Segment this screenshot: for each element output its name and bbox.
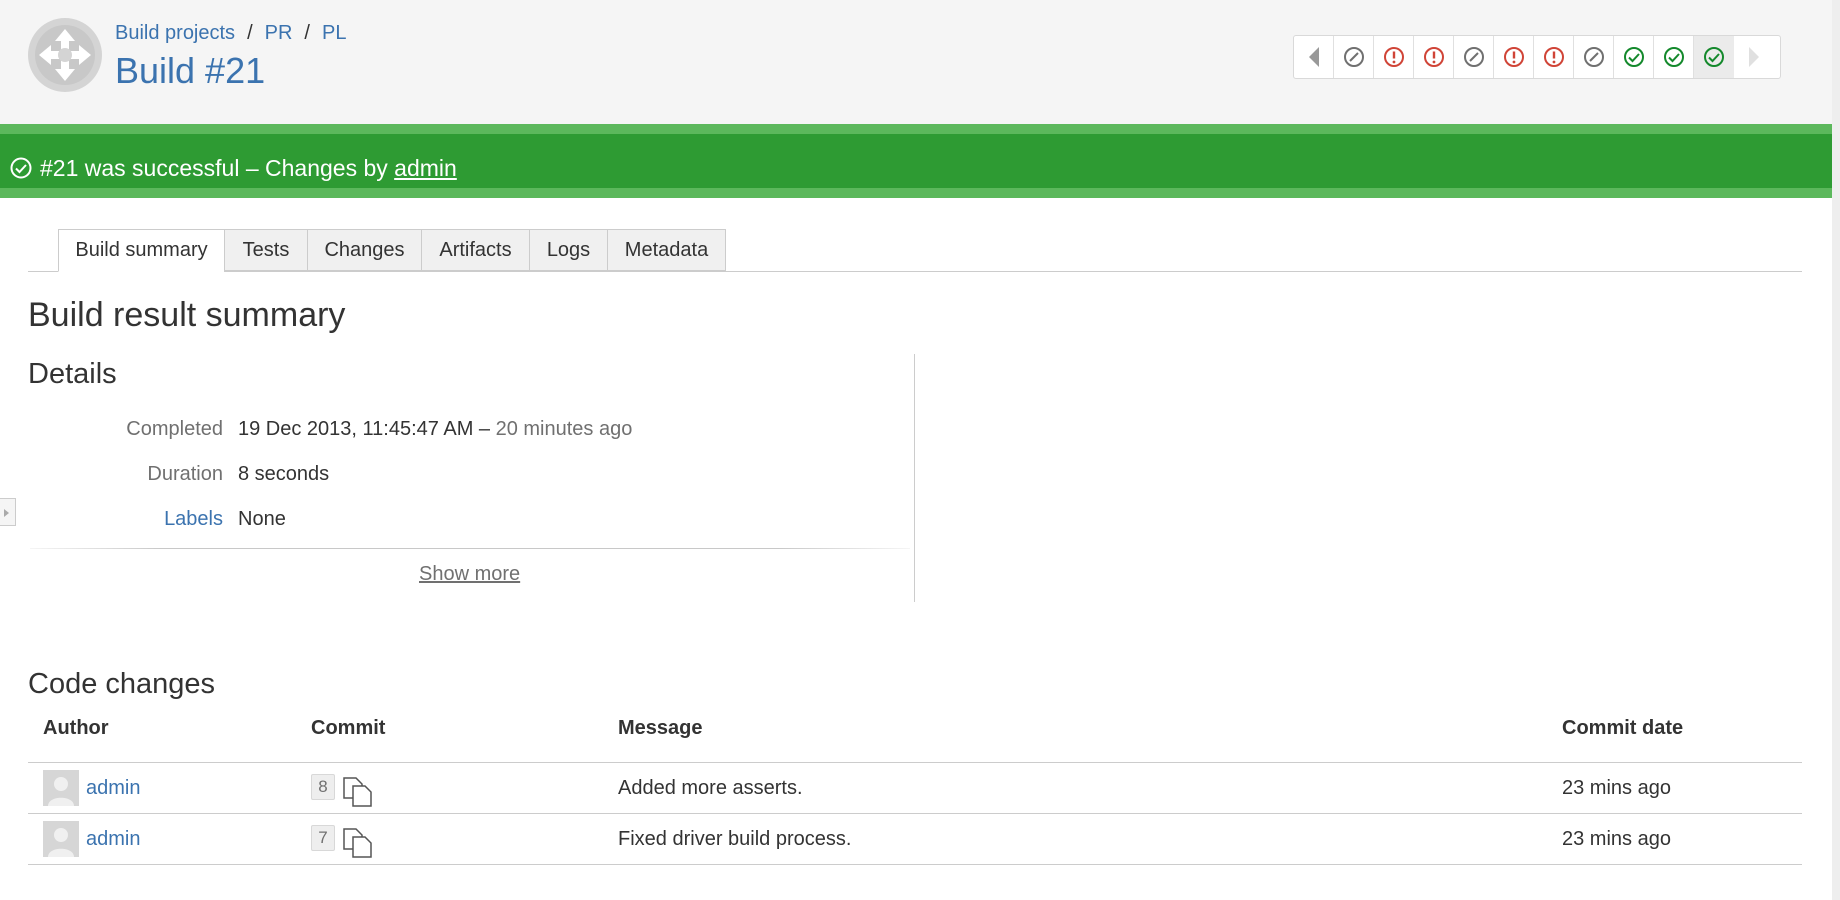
details-separator bbox=[30, 548, 910, 549]
breadcrumb-project[interactable]: PR bbox=[265, 22, 293, 44]
build-history-item[interactable] bbox=[1574, 36, 1614, 78]
author-link[interactable]: admin bbox=[86, 777, 140, 800]
user-avatar-icon bbox=[48, 777, 74, 806]
table-header-divider bbox=[28, 762, 1802, 763]
breadcrumb-separator: / bbox=[304, 22, 310, 44]
status-author-link[interactable]: admin bbox=[394, 155, 457, 181]
tab-logs[interactable]: Logs bbox=[529, 229, 607, 271]
success-check-icon bbox=[1663, 47, 1684, 67]
commit-date: 23 mins ago bbox=[1562, 777, 1671, 799]
commit-date: 23 mins ago bbox=[1562, 828, 1671, 850]
build-history-item[interactable] bbox=[1374, 36, 1414, 78]
build-status-list bbox=[1334, 36, 1734, 78]
commit-revision-badge[interactable]: 7 bbox=[311, 825, 335, 851]
commit-message: Added more asserts. bbox=[618, 777, 803, 799]
not-built-icon bbox=[1463, 47, 1484, 67]
not-built-icon bbox=[1343, 47, 1364, 67]
completed-relative-time: 20 minutes ago bbox=[495, 418, 633, 440]
code-changes-heading: Code changes bbox=[28, 668, 216, 700]
build-history-carousel bbox=[1293, 35, 1781, 79]
details-divider bbox=[914, 354, 915, 602]
window-scrollbar[interactable] bbox=[1832, 0, 1840, 900]
tab-artifacts[interactable]: Artifacts bbox=[421, 229, 529, 271]
duration-label: Duration bbox=[147, 463, 223, 485]
sidebar-toggle-button[interactable] bbox=[0, 498, 16, 526]
tab-changes[interactable]: Changes bbox=[307, 229, 421, 271]
duration-value: 8 seconds bbox=[238, 463, 330, 485]
row-divider bbox=[28, 813, 1802, 814]
tab-tests[interactable]: Tests bbox=[224, 229, 307, 271]
failed-exclamation-icon bbox=[1423, 47, 1444, 67]
previous-build-button[interactable] bbox=[1294, 36, 1334, 78]
column-header-message: Message bbox=[618, 717, 703, 739]
labels-value: None bbox=[238, 508, 286, 530]
breadcrumb: Build projects / PR / PL bbox=[115, 22, 346, 45]
completed-date: 19 Dec 2013, 11:45:47 AM – bbox=[238, 418, 491, 440]
breadcrumb-build-projects[interactable]: Build projects bbox=[115, 22, 235, 44]
page-title: Build #21 bbox=[115, 50, 266, 91]
build-history-item[interactable] bbox=[1694, 36, 1734, 78]
build-history-item[interactable] bbox=[1494, 36, 1534, 78]
commit-revision-badge[interactable]: 8 bbox=[311, 774, 335, 800]
page-header: Build projects / PR / PL Build #21 bbox=[0, 0, 1840, 124]
labels-link[interactable]: Labels bbox=[164, 508, 223, 531]
completed-label: Completed bbox=[126, 418, 223, 440]
build-status-message: #21 was successful – Changes by bbox=[40, 155, 388, 181]
copy-commit-icon[interactable] bbox=[342, 776, 374, 808]
tab-metadata[interactable]: Metadata bbox=[607, 229, 726, 271]
tab-bar: Build summary Tests Changes Artifacts Lo… bbox=[28, 229, 1802, 272]
not-built-icon bbox=[1583, 47, 1604, 67]
column-header-author: Author bbox=[43, 717, 109, 739]
column-header-commit-date: Commit date bbox=[1562, 717, 1684, 739]
bamboo-logo-icon bbox=[28, 18, 102, 92]
success-check-icon bbox=[1623, 47, 1644, 67]
commit-message: Fixed driver build process. bbox=[618, 828, 852, 850]
build-history-item[interactable] bbox=[1414, 36, 1454, 78]
details-heading: Details bbox=[28, 358, 117, 390]
build-status-text: #21 was successful – Changes by admin bbox=[40, 155, 457, 182]
success-check-icon bbox=[1704, 47, 1724, 67]
failed-exclamation-icon bbox=[1543, 47, 1564, 67]
author-link[interactable]: admin bbox=[86, 828, 140, 851]
column-header-commit: Commit bbox=[311, 717, 386, 739]
arrow-right-icon bbox=[1749, 47, 1759, 67]
failed-exclamation-icon bbox=[1503, 47, 1524, 67]
avatar[interactable] bbox=[43, 770, 79, 806]
copy-commit-icon[interactable] bbox=[342, 827, 374, 859]
show-more-link[interactable]: Show more bbox=[419, 563, 520, 586]
build-history-item[interactable] bbox=[1454, 36, 1494, 78]
build-history-item[interactable] bbox=[1614, 36, 1654, 78]
row-divider bbox=[28, 864, 1802, 865]
breadcrumb-separator: / bbox=[247, 22, 253, 44]
tab-build-summary[interactable]: Build summary bbox=[58, 229, 224, 272]
completed-value: 19 Dec 2013, 11:45:47 AM – 20 minutes ag… bbox=[238, 418, 632, 441]
build-history-item[interactable] bbox=[1654, 36, 1694, 78]
build-history-item[interactable] bbox=[1534, 36, 1574, 78]
failed-exclamation-icon bbox=[1383, 47, 1404, 67]
build-result-summary-heading: Build result summary bbox=[28, 296, 346, 334]
chevron-right-icon bbox=[4, 509, 9, 517]
avatar[interactable] bbox=[43, 821, 79, 857]
arrow-left-icon bbox=[1308, 47, 1319, 67]
breadcrumb-plan[interactable]: PL bbox=[322, 22, 346, 44]
success-check-icon bbox=[10, 157, 32, 179]
build-status-banner: #21 was successful – Changes by admin bbox=[0, 124, 1832, 198]
next-build-button[interactable] bbox=[1734, 36, 1774, 78]
build-history-item[interactable] bbox=[1334, 36, 1374, 78]
user-avatar-icon bbox=[48, 828, 74, 857]
